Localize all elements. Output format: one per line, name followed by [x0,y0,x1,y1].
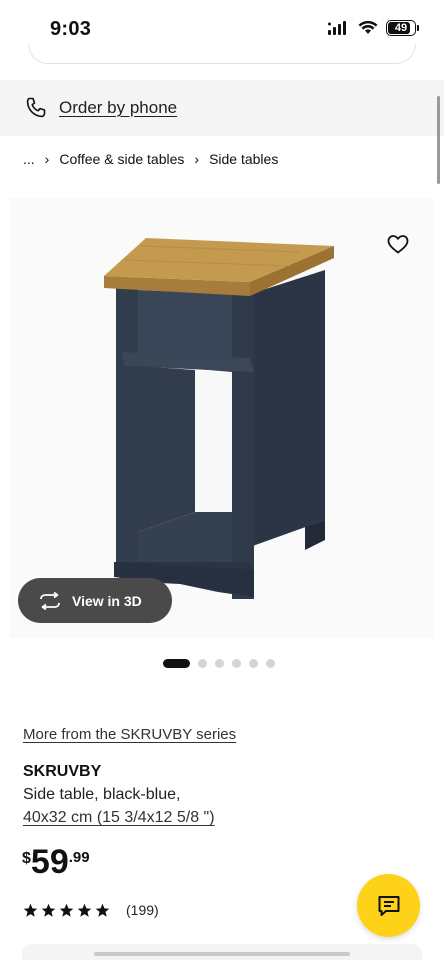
wifi-icon [358,21,378,34]
battery-level: 49 [394,22,408,34]
phone-icon [26,97,46,118]
rotate-3d-icon [40,591,60,610]
product-size-link[interactable]: 40x32 cm (15 3/4x12 5/8 ") [23,809,215,827]
breadcrumb: ... › Coffee & side tables › Side tables [23,151,278,167]
star-icon [77,903,92,917]
chat-button[interactable] [357,874,420,937]
product-price: $ 59 .99 [22,845,90,879]
review-count[interactable]: (199) [126,902,159,918]
order-by-phone-bar[interactable]: Order by phone [0,80,444,136]
breadcrumb-ellipsis[interactable]: ... [23,151,35,167]
search-bar-edge[interactable] [28,44,416,64]
product-name: SKRUVBY [23,763,102,780]
breadcrumb-side-tables[interactable]: Side tables [209,151,278,167]
star-icon [41,903,56,917]
product-rating[interactable]: (199) [23,902,159,918]
pagination-dot[interactable] [232,659,241,668]
status-time: 9:03 [50,18,92,40]
chevron-right-icon: › [194,151,200,167]
star-icon [23,903,38,917]
chat-icon [378,895,399,916]
heart-icon[interactable] [386,232,410,256]
pagination-dot[interactable] [249,659,258,668]
view-in-3d-button[interactable]: View in 3D [18,578,172,623]
star-icon [59,903,74,917]
pagination-dot[interactable] [266,659,275,668]
price-integer: 59 [30,843,69,881]
pagination-dot[interactable] [198,659,207,668]
battery-icon: 49 [386,20,419,36]
status-icons: 49 [328,20,419,36]
gallery-pagination [163,659,275,668]
price-cents: .99 [68,849,90,866]
product-image [104,238,334,599]
price-currency: $ [22,850,31,867]
view-in-3d-label: View in 3D [72,592,142,609]
star-icon [95,903,110,917]
pagination-dot-active[interactable] [163,659,190,668]
chevron-right-icon: › [44,151,50,167]
pagination-dot[interactable] [215,659,224,668]
signal-icon [328,21,346,35]
order-by-phone-link[interactable]: Order by phone [59,98,177,118]
breadcrumb-coffee-side-tables[interactable]: Coffee & side tables [59,151,184,167]
scrollbar[interactable] [437,96,440,184]
series-link[interactable]: More from the SKRUVBY series [23,726,236,743]
home-indicator[interactable] [94,952,350,956]
product-description: Side table, black-blue, [23,786,181,803]
